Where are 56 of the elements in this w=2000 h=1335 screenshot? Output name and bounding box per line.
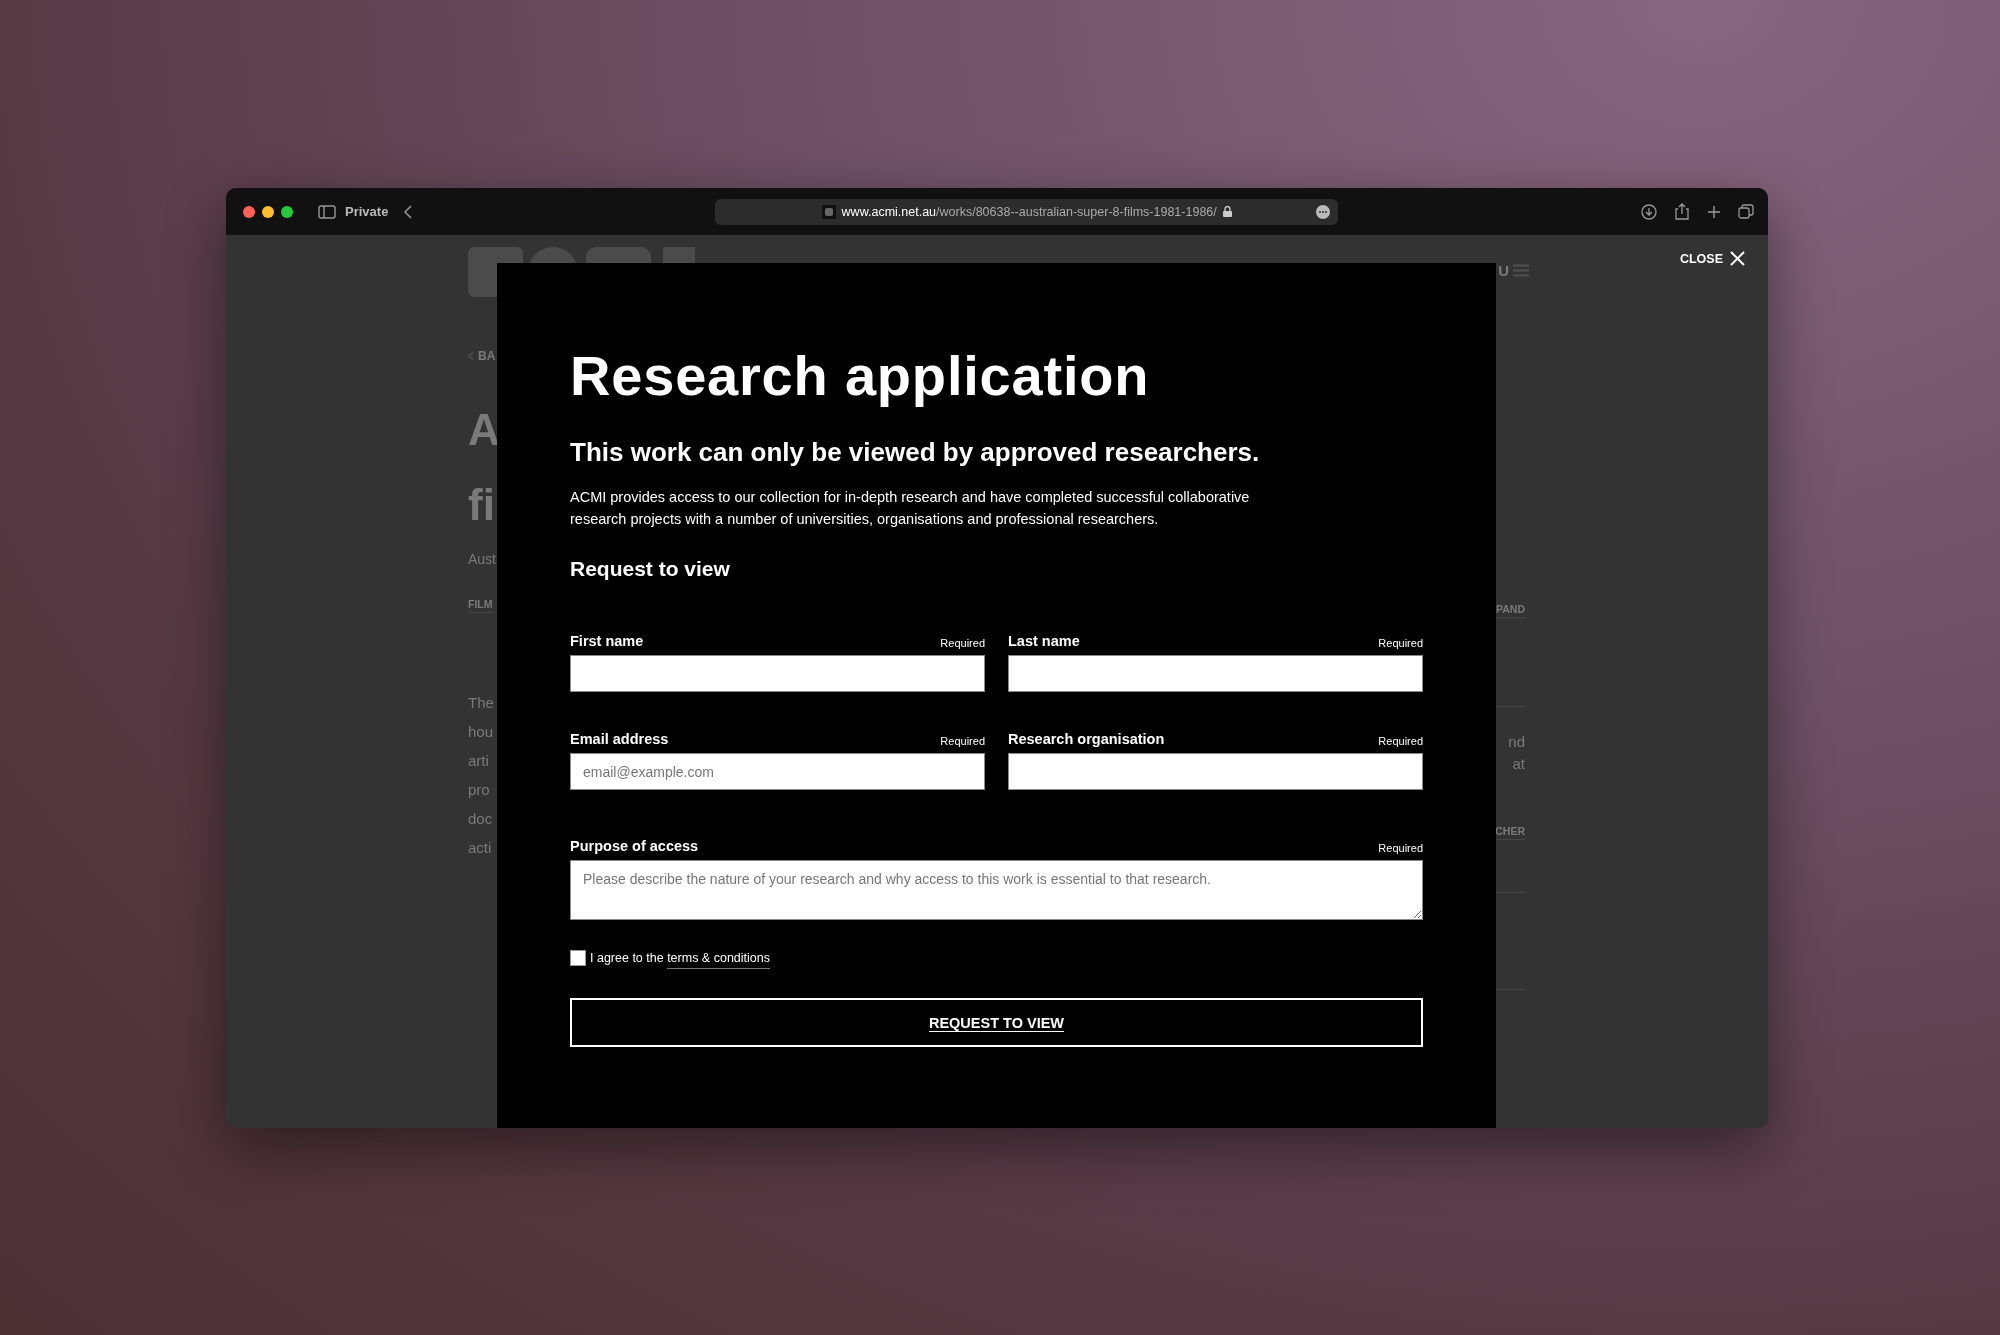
- body-text: acti: [468, 838, 492, 858]
- menu-label[interactable]: U: [1498, 262, 1509, 279]
- body-text: arti: [468, 751, 489, 771]
- sidebar-icon[interactable]: [318, 204, 336, 219]
- field-label: Last name: [1008, 632, 1080, 650]
- body-text: doc: [468, 809, 493, 829]
- site-icon: [821, 204, 836, 219]
- input-field[interactable]: email@example.com: [570, 753, 985, 790]
- required-note: Required: [940, 636, 985, 650]
- tabs-icon[interactable]: [1738, 204, 1754, 219]
- required-note: Required: [1378, 636, 1423, 650]
- input-field[interactable]: [570, 655, 985, 692]
- private-label: Private: [345, 204, 389, 219]
- url-text: www.acmi.net.au/works/80638--australian-super-8-films-1981-1986/: [841, 204, 1217, 219]
- body-text: nd: [1508, 732, 1525, 752]
- modal-subtitle: This work can only be viewed by approved researchers.: [570, 436, 1261, 469]
- body-text: pro: [468, 780, 490, 800]
- back-link[interactable]: BA: [478, 347, 496, 365]
- request-button[interactable]: REQUEST TO VIEW: [570, 998, 1423, 1047]
- share-icon[interactable]: [1674, 203, 1690, 220]
- text-area[interactable]: Please describe the nature of your research and why access to this work is essential to that research.: [570, 860, 1423, 920]
- chevron-icon: [468, 351, 474, 361]
- download-icon[interactable]: [1641, 203, 1657, 220]
- field-label: Purpose of access: [570, 837, 699, 855]
- more-icon: [1316, 204, 1331, 219]
- body-text: at: [1512, 754, 1525, 774]
- tag-link[interactable]: FILM: [468, 596, 493, 613]
- page-title: fi: [468, 479, 495, 531]
- body-text: The: [468, 693, 494, 713]
- close-button[interactable]: CLOSE: [1679, 251, 1745, 266]
- checkbox[interactable]: [570, 950, 586, 966]
- address-bar[interactable]: www.acmi.net.au/works/80638--australian-super-8-films-1981-1986/: [715, 198, 1339, 225]
- section-heading: Request to view: [570, 556, 731, 582]
- modal-title: Research application: [570, 343, 1151, 409]
- lock-icon: [1222, 206, 1232, 217]
- field-label: First name: [570, 632, 644, 650]
- field-label: Email address: [570, 730, 669, 748]
- required-note: Required: [1378, 734, 1423, 748]
- close-icon: [1730, 251, 1745, 266]
- minimize-button[interactable]: [262, 205, 274, 218]
- input-field[interactable]: [1008, 753, 1423, 790]
- close-button[interactable]: [243, 205, 255, 218]
- input-field[interactable]: [1008, 655, 1423, 692]
- body-text: hou: [468, 722, 494, 742]
- zoom-button[interactable]: [281, 205, 293, 218]
- required-note: Required: [940, 734, 985, 748]
- back-icon[interactable]: [404, 204, 413, 219]
- menu-icon: [1513, 264, 1529, 277]
- intro-paragraph: ACMI provides access to our collection for in-depth research and have completed successful collaborative research projects with a number of universities, organisations and professional researchers.: [570, 488, 1251, 529]
- field-label: Research organisation: [1008, 730, 1165, 748]
- page-title: A: [468, 404, 500, 456]
- new-tab-icon[interactable]: [1707, 204, 1721, 219]
- page-meta: Aust: [468, 550, 496, 569]
- required-note: Required: [1378, 841, 1423, 855]
- agreement-text: I agree to the terms & conditions: [590, 949, 770, 967]
- terms-link[interactable]: terms & conditions: [667, 951, 770, 969]
